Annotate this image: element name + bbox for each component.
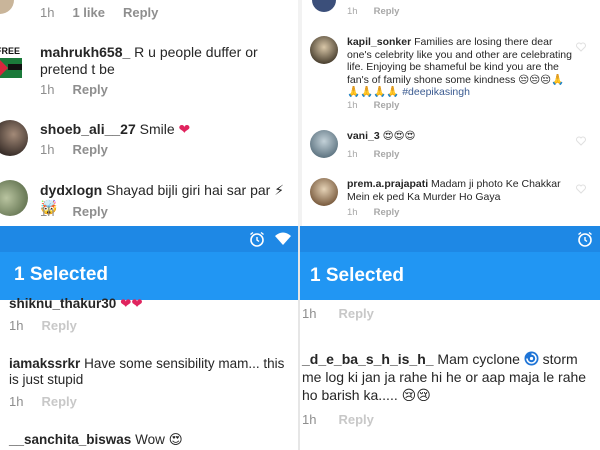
comment-text: mahrukh658_ R u people duffer or pretend… [40,44,294,78]
comment-time: 1h [302,306,317,321]
comment-meta: 1h Reply [40,82,108,97]
comment-time: 1h [347,207,358,218]
reply-link[interactable]: Reply [374,149,400,160]
comment-username[interactable]: vani_3 [347,130,380,142]
comment-text: vani_3 😍😍😍 [347,130,574,143]
comment-text: __sanchita_biswas Wow 😍 [9,432,294,448]
avatar[interactable]: FREE [0,42,26,80]
comment-meta: 1h Reply [40,142,108,157]
reply-link[interactable]: Reply [338,306,373,321]
comment-time: 1h [347,6,358,17]
comment-meta: 1h Reply [40,204,108,219]
heart-outline-icon[interactable] [576,184,586,194]
comment-time: 1h [40,204,55,219]
comment-username[interactable]: kapil_sonker [347,36,411,48]
comment-username[interactable]: iamakssrkr [9,356,80,371]
comment-text: shiknu_thakur30 ❤❤ [9,296,294,312]
comment-time: 1h [9,394,24,409]
status-bar [300,226,600,252]
comment-meta: 1h Reply [9,394,77,409]
comment-meta: 1h Reply [347,149,399,160]
reply-link[interactable]: Reply [41,318,76,333]
comment-username[interactable]: dydxlogn [40,182,102,198]
comment-text: kapil_sonker Families are losing there d… [347,36,574,99]
comment-body: Smile [139,121,175,137]
comment-meta: 1h Reply [302,306,374,321]
comment-text: iamakssrkr Have some sensibility mam... … [9,356,294,388]
selection-toolbar: 1 Selected [0,252,298,300]
reply-link[interactable]: Reply [123,5,158,20]
comment-meta: 1h 1 like Reply [40,5,158,20]
comment-time: 1h [40,142,55,157]
comment-text: shoeb_ali__27 Smile ❤ [40,121,294,138]
comment-meta: 1h Reply [9,318,77,333]
alarm-icon [250,231,264,247]
hashtag-link[interactable]: #deepikasingh [402,86,470,98]
comment-emoji: 😍 [168,432,183,447]
comment-body: Mam cyclone [437,351,520,367]
comment-time: 1h [40,5,55,20]
comment-time: 1h [40,82,55,97]
avatar[interactable] [312,0,336,12]
selection-toolbar: 1 Selected [300,252,600,300]
svg-text:FREE: FREE [0,46,20,56]
comment-emoji: 😢😢 [401,387,431,404]
cyclone-icon [524,351,539,366]
reply-link[interactable]: Reply [374,207,400,218]
comment-time: 1h [9,318,24,333]
comment-username[interactable]: _d_e_ba_s_h_is_h_ [302,351,434,367]
reply-link[interactable]: Reply [72,142,107,157]
comment-text: _d_e_ba_s_h_is_h_ Mam cyclone storm me l… [302,350,600,405]
heart-outline-icon[interactable] [576,42,586,52]
comment-emoji: ❤ [178,121,191,137]
reply-link[interactable]: Reply [374,100,400,111]
comment-username[interactable]: shiknu_thakur30 [9,296,116,311]
reply-link[interactable]: Reply [72,82,107,97]
alarm-icon [578,231,592,247]
comment-username[interactable]: mahrukh658_ [40,44,130,60]
avatar[interactable] [310,36,338,64]
comment-time: 1h [302,412,317,427]
reply-link[interactable]: Reply [374,6,400,17]
comment-meta: 1h Reply [347,100,399,111]
comments-panel-bottom-right: 1 Selected 1h Reply _d_e_ba_s_h_is_h_ Ma… [300,226,600,450]
comment-username[interactable]: shoeb_ali__27 [40,121,136,137]
selection-count-title: 1 Selected [310,265,404,286]
comment-username[interactable]: prem.a.prajapati [347,178,428,190]
selection-count-title: 1 Selected [14,264,108,285]
avatar[interactable] [0,0,14,14]
comment-username[interactable]: __sanchita_biswas [9,432,131,447]
avatar[interactable] [0,180,28,216]
reply-link[interactable]: Reply [72,204,107,219]
comments-panel-top-left: 1h 1 like Reply FREE mahrukh658_ R u peo… [0,0,298,226]
reply-link[interactable]: Reply [41,394,76,409]
avatar[interactable] [310,130,338,158]
avatar[interactable] [310,178,338,206]
likes-count-link[interactable]: 1 like [72,5,105,20]
comment-meta: 1h Reply [302,412,374,427]
comment-text: prem.a.prajapati Madam ji photo Ke Chakk… [347,178,574,203]
comment-time: 1h [347,149,358,160]
heart-outline-icon[interactable] [576,136,586,146]
free-palestine-avatar-icon: FREE [0,46,22,78]
comment-meta: 1h Reply [347,6,399,17]
comment-meta: 1h Reply [347,207,399,218]
comment-emoji: 😍😍😍 [382,130,416,142]
avatar[interactable] [0,120,28,156]
comments-panel-top-right: 1h Reply kapil_sonker Families are losin… [302,0,600,226]
comment-body: Shayad bijli giri hai sar par [106,182,271,198]
wifi-icon [275,232,291,245]
status-bar [0,226,298,252]
comment-body: Wow [135,432,165,447]
comment-emoji: ❤❤ [120,296,143,311]
comments-panel-bottom-left: 1 Selected shiknu_thakur30 ❤❤ 1h Reply i… [0,226,298,450]
reply-link[interactable]: Reply [338,412,373,427]
comment-time: 1h [347,100,358,111]
